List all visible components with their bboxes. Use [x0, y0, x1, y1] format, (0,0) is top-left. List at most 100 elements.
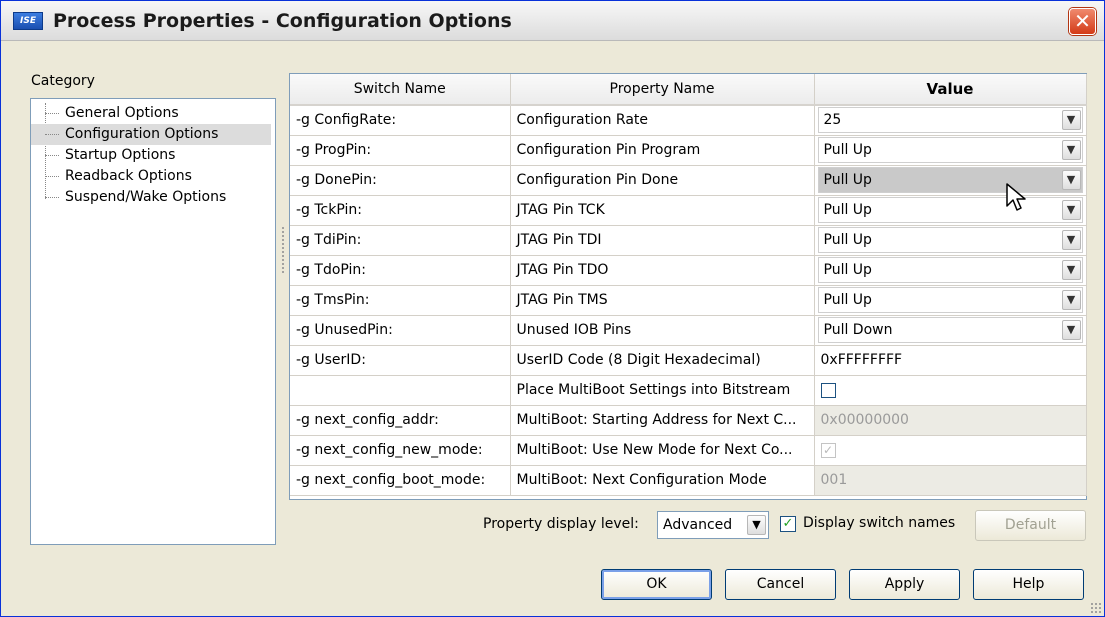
property-name-cell: JTAG Pin TDO: [510, 255, 815, 286]
switch-name-cell: [290, 375, 511, 406]
value-cell[interactable]: Pull Up ▼: [814, 135, 1087, 166]
value-dropdown[interactable]: Pull Up ▼: [817, 227, 1083, 253]
tree-item-label: Startup Options: [65, 147, 176, 163]
table-row[interactable]: -g next_config_boot_mode: MultiBoot: Next…: [290, 465, 1087, 496]
switch-name-cell: -g next_config_boot_mode:: [290, 465, 511, 496]
value-cell[interactable]: 25 ▼: [814, 105, 1087, 136]
value-text: 25: [823, 112, 842, 129]
ise-app-icon: ISE: [13, 12, 43, 30]
switch-name-cell: -g UserID:: [290, 345, 511, 376]
table-row[interactable]: -g DonePin: Configuration Pin Done Pull Up…: [290, 165, 1087, 196]
tree-item-label: General Options: [65, 105, 179, 121]
switch-name-cell: -g TckPin:: [290, 195, 511, 226]
switch-name-cell: -g TdiPin:: [290, 225, 511, 256]
pointer-cursor-icon: [1006, 183, 1026, 211]
tree-item-configuration-options[interactable]: Configuration Options: [31, 124, 271, 145]
value-text: Pull Up: [823, 232, 872, 248]
value-text-field-disabled: 001: [814, 465, 1087, 496]
table-row[interactable]: -g TdoPin: JTAG Pin TDO Pull Up ▼: [290, 255, 1087, 286]
display-switch-names-checkbox[interactable]: ✓: [780, 516, 796, 532]
property-name-cell: Configuration Rate: [510, 105, 815, 136]
value-cell[interactable]: Pull Up ▼: [814, 225, 1087, 256]
column-header-property-name[interactable]: Property Name: [510, 74, 815, 106]
property-name-cell: MultiBoot: Starting Address for Next C..…: [510, 405, 815, 436]
category-label: Category: [31, 73, 95, 89]
chevron-down-icon[interactable]: ▼: [1061, 200, 1081, 220]
display-level-select[interactable]: Advanced ▼: [657, 511, 769, 539]
property-name-cell: MultiBoot: Next Configuration Mode: [510, 465, 815, 496]
value-dropdown[interactable]: Pull Up ▼: [817, 167, 1083, 193]
display-switch-names-label[interactable]: Display switch names: [803, 515, 955, 531]
switch-name-cell: -g next_config_addr:: [290, 405, 511, 436]
cancel-button[interactable]: Cancel: [725, 569, 836, 600]
ok-button[interactable]: OK: [601, 569, 712, 600]
tree-item-suspend-wake-options[interactable]: Suspend/Wake Options: [31, 187, 271, 208]
chevron-down-icon[interactable]: ▼: [1061, 140, 1081, 160]
multiboot-settings-checkbox[interactable]: [820, 382, 836, 398]
value-dropdown[interactable]: Pull Up ▼: [817, 197, 1083, 223]
process-properties-dialog: ISE Process Properties - Configuration O…: [0, 0, 1105, 617]
value-text-field-disabled: 0x00000000: [814, 405, 1087, 436]
value-cell[interactable]: Pull Up ▼: [814, 165, 1087, 196]
resize-grip-icon[interactable]: [1090, 602, 1102, 614]
column-header-switch-name[interactable]: Switch Name: [290, 74, 511, 106]
switch-name-cell: -g DonePin:: [290, 165, 511, 196]
switch-name-cell: -g next_config_new_mode:: [290, 435, 511, 466]
value-cell[interactable]: [814, 375, 1087, 406]
table-row[interactable]: -g UserID: UserID Code (8 Digit Hexadecim…: [290, 345, 1087, 376]
category-tree: General Options Configuration Options St…: [30, 98, 276, 545]
chevron-down-icon[interactable]: ▼: [747, 515, 766, 535]
switch-name-cell: -g ConfigRate:: [290, 105, 511, 136]
property-name-cell: Place MultiBoot Settings into Bitstream: [510, 375, 815, 406]
chevron-down-icon[interactable]: ▼: [1061, 110, 1081, 131]
property-name-cell: Unused IOB Pins: [510, 315, 815, 346]
tree-item-general-options[interactable]: General Options: [31, 103, 271, 124]
table-row[interactable]: -g ProgPin: Configuration Pin Program Pull…: [290, 135, 1087, 166]
property-name-cell: MultiBoot: Use New Mode for Next Co...: [510, 435, 815, 466]
value-text: Pull Down: [823, 322, 893, 338]
tree-item-label: Suspend/Wake Options: [65, 189, 227, 205]
value-cell[interactable]: Pull Up ▼: [814, 255, 1087, 286]
default-button[interactable]: Default: [975, 510, 1086, 541]
value-cell[interactable]: Pull Up ▼: [814, 285, 1087, 316]
chevron-down-icon[interactable]: ▼: [1061, 230, 1081, 250]
column-header-value[interactable]: Value: [814, 74, 1087, 106]
value-dropdown[interactable]: Pull Down ▼: [817, 317, 1083, 343]
help-button[interactable]: Help: [973, 569, 1084, 600]
new-mode-checkbox-disabled: ✓: [820, 442, 836, 458]
table-row[interactable]: -g next_config_addr: MultiBoot: Starting …: [290, 405, 1087, 436]
value-text: Pull Up: [823, 142, 872, 158]
value-dropdown[interactable]: 25 ▼: [817, 107, 1083, 134]
value-dropdown[interactable]: Pull Up ▼: [817, 287, 1083, 313]
table-row[interactable]: -g TmsPin: JTAG Pin TMS Pull Up ▼: [290, 285, 1087, 316]
apply-button[interactable]: Apply: [849, 569, 960, 600]
table-row[interactable]: -g next_config_new_mode: MultiBoot: Use N…: [290, 435, 1087, 466]
table-row[interactable]: Place MultiBoot Settings into Bitstream: [290, 375, 1087, 406]
value-cell[interactable]: ✓: [814, 435, 1087, 466]
title-bar[interactable]: ISE Process Properties - Configuration O…: [1, 1, 1104, 41]
table-row[interactable]: -g TdiPin: JTAG Pin TDI Pull Up ▼: [290, 225, 1087, 256]
value-dropdown[interactable]: Pull Up ▼: [817, 137, 1083, 163]
property-name-cell: UserID Code (8 Digit Hexadecimal): [510, 345, 815, 376]
value-text-field[interactable]: 0xFFFFFFFF: [814, 345, 1087, 376]
table-row[interactable]: -g UnusedPin: Unused IOB Pins Pull Down ▼: [290, 315, 1087, 346]
panel-splitter-handle[interactable]: [281, 226, 285, 274]
table-row[interactable]: -g TckPin: JTAG Pin TCK Pull Up ▼: [290, 195, 1087, 226]
value-text: Pull Up: [823, 202, 872, 218]
value-dropdown[interactable]: Pull Up ▼: [817, 257, 1083, 283]
table-row[interactable]: -g ConfigRate: Configuration Rate 25 ▼: [290, 105, 1087, 136]
value-cell[interactable]: Pull Down ▼: [814, 315, 1087, 346]
tree-item-readback-options[interactable]: Readback Options: [31, 166, 271, 187]
chevron-down-icon[interactable]: ▼: [1061, 290, 1081, 310]
value-text: Pull Up: [823, 262, 872, 278]
switch-name-cell: -g TdoPin:: [290, 255, 511, 286]
chevron-down-icon[interactable]: ▼: [1061, 170, 1081, 190]
chevron-down-icon[interactable]: ▼: [1061, 260, 1081, 280]
switch-name-cell: -g UnusedPin:: [290, 315, 511, 346]
tree-item-startup-options[interactable]: Startup Options: [31, 145, 271, 166]
display-level-value: Advanced: [663, 517, 733, 533]
properties-grid: Switch Name Property Name Value -g Confi…: [289, 73, 1087, 500]
close-button[interactable]: ✕: [1069, 8, 1096, 35]
chevron-down-icon[interactable]: ▼: [1061, 320, 1081, 340]
value-cell[interactable]: Pull Up ▼: [814, 195, 1087, 226]
